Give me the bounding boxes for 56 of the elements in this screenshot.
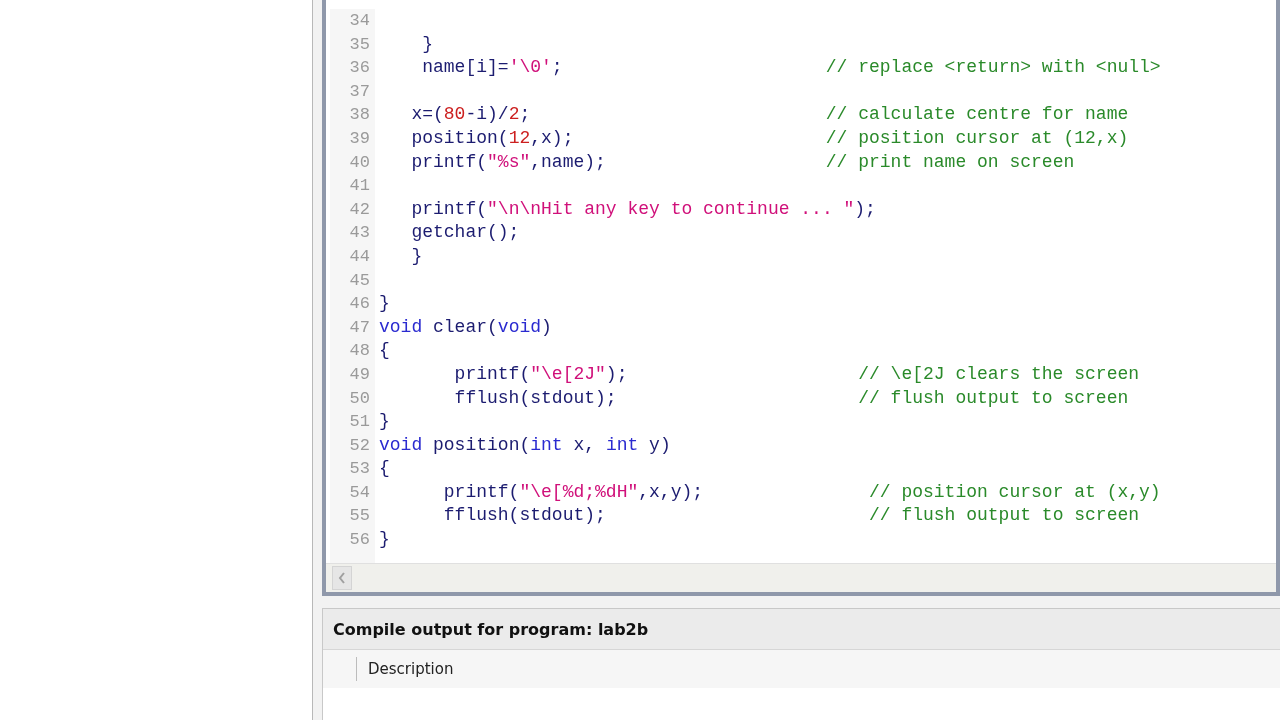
code-line: name[i]='\0'; [421, 56, 563, 80]
code-comment: // flush output to screen [858, 386, 1129, 410]
code-line: } [379, 528, 390, 552]
line-number: 43 [348, 222, 370, 245]
code-line: } [379, 292, 390, 316]
code-line: } [379, 410, 390, 434]
scroll-left-button[interactable] [332, 566, 352, 590]
line-number: 38 [348, 104, 370, 127]
line-number: 52 [348, 434, 370, 457]
code-line: { [379, 339, 390, 363]
line-number: 51 [348, 411, 370, 434]
code-line: position(12,x); [410, 126, 574, 150]
chevron-left-icon [338, 572, 346, 584]
line-number: 53 [348, 458, 370, 481]
column-header[interactable]: Description [356, 657, 454, 681]
code-line: fflush(stdout); [442, 504, 606, 528]
line-number: 48 [348, 340, 370, 363]
line-number: 45 [348, 269, 370, 292]
code-line: x=(80-i)/2; [410, 103, 531, 127]
code-line: } [410, 244, 423, 268]
code-comment: // flush output to screen [869, 504, 1140, 528]
line-number: 49 [348, 363, 370, 386]
line-number: 35 [348, 33, 370, 56]
code-line: fflush(stdout); [453, 386, 617, 410]
code-comment: // replace <return> with <null> [825, 56, 1161, 80]
code-line: } [421, 32, 433, 56]
code-comment: // position cursor at (12,x) [825, 126, 1129, 150]
code-line: getchar(); [410, 221, 520, 245]
line-number: 36 [348, 57, 370, 80]
code-line: printf("%s",name); [410, 150, 606, 174]
line-number: 34 [348, 10, 370, 32]
horizontal-scrollbar[interactable] [326, 563, 1276, 592]
code-line: printf("\e[2J"); [453, 362, 628, 386]
code-comment: // print name on screen [825, 150, 1075, 174]
line-number: 37 [348, 80, 370, 103]
line-number: 46 [348, 293, 370, 316]
code-line: printf("\n\nHit any key to continue ... "); [410, 197, 876, 221]
line-number: 54 [348, 481, 370, 504]
code-line: printf("\e[%d;%dH",x,y); [442, 480, 704, 504]
code-line: { [379, 457, 390, 481]
code-editor[interactable] [322, 0, 1280, 596]
code-line: void position(int x, int y) [379, 433, 671, 457]
code-comment: // calculate centre for name [825, 103, 1129, 127]
line-number: 42 [348, 198, 370, 221]
line-number: 39 [348, 127, 370, 150]
line-number: 55 [348, 505, 370, 528]
line-number: 44 [348, 245, 370, 268]
code-comment: // position cursor at (x,y) [869, 480, 1161, 504]
line-number: 41 [348, 175, 370, 198]
line-number: 50 [348, 387, 370, 410]
code-comment: // \e[2J clears the screen [858, 362, 1140, 386]
line-number: 56 [348, 529, 370, 552]
line-number: 47 [348, 316, 370, 339]
code-line: void clear(void) [379, 315, 552, 339]
line-number: 40 [348, 151, 370, 174]
panel-title: Compile output for program: lab2b [323, 609, 1280, 650]
